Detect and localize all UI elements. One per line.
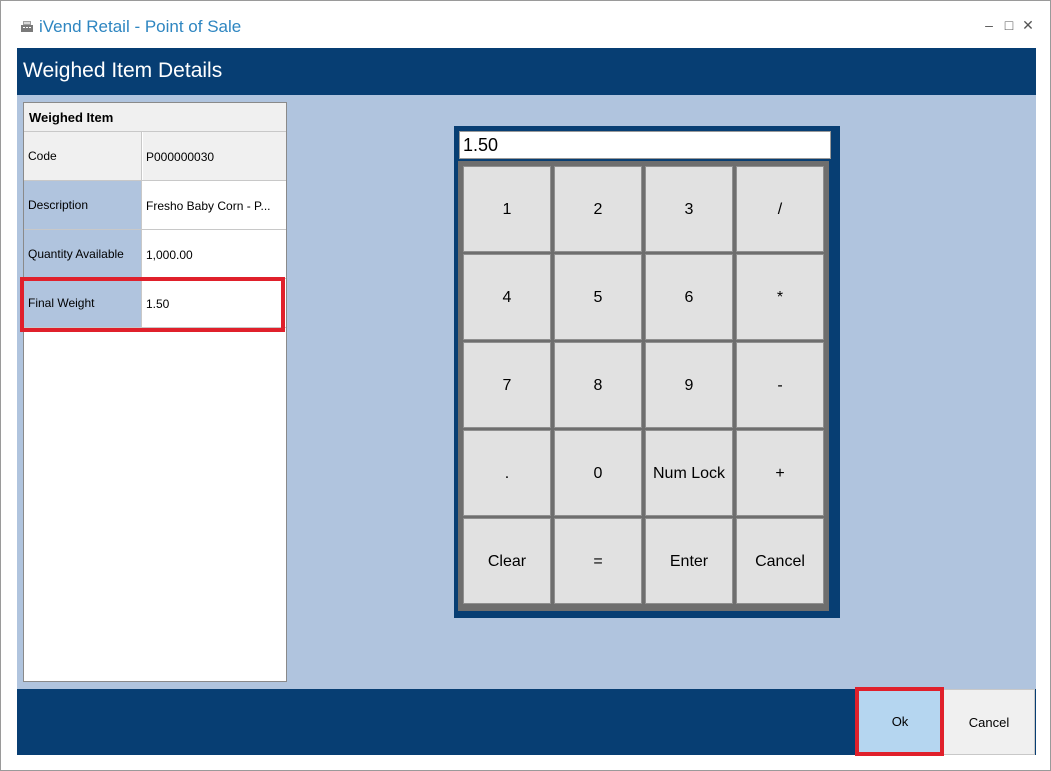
key-clear[interactable]: Clear <box>463 518 551 604</box>
grid-value: 1,000.00 <box>143 230 286 278</box>
key-multiply[interactable]: * <box>736 254 824 340</box>
key-9[interactable]: 9 <box>645 342 733 428</box>
key-equals[interactable]: = <box>554 518 642 604</box>
numeric-keypad: 1.50 1 2 3 / 4 5 6 * 7 8 9 - . 0 Num Loc… <box>454 126 840 618</box>
key-minus[interactable]: - <box>736 342 824 428</box>
grid-label: Description <box>24 181 142 229</box>
maximize-icon[interactable]: □ <box>1001 15 1017 35</box>
grid-header: Weighed Item <box>24 103 286 132</box>
title-bar: iVend Retail - Point of Sale – □ ✕ <box>1 1 1050 49</box>
keypad-keys: 1 2 3 / 4 5 6 * 7 8 9 - . 0 Num Lock + C… <box>458 161 829 611</box>
dialog-footer: Ok Cancel <box>17 687 1036 756</box>
app-window: iVend Retail - Point of Sale – □ ✕ Weigh… <box>0 0 1051 771</box>
key-cancel[interactable]: Cancel <box>736 518 824 604</box>
keypad-display[interactable]: 1.50 <box>459 131 831 159</box>
key-8[interactable]: 8 <box>554 342 642 428</box>
dialog-header: Weighed Item Details <box>17 48 1036 95</box>
grid-value: P000000030 <box>143 132 286 180</box>
register-icon <box>21 21 33 32</box>
key-2[interactable]: 2 <box>554 166 642 252</box>
key-5[interactable]: 5 <box>554 254 642 340</box>
key-7[interactable]: 7 <box>463 342 551 428</box>
cancel-button[interactable]: Cancel <box>943 689 1035 755</box>
final-weight-highlight <box>20 277 285 332</box>
grid-value: Fresho Baby Corn - P... <box>143 181 286 229</box>
key-3[interactable]: 3 <box>645 166 733 252</box>
key-plus[interactable]: + <box>736 430 824 516</box>
page-title: Weighed Item Details <box>23 59 223 82</box>
ok-button-highlight <box>855 687 944 756</box>
grid-row-quantity[interactable]: Quantity Available 1,000.00 <box>24 230 286 279</box>
grid-label: Code <box>24 132 142 180</box>
key-divide[interactable]: / <box>736 166 824 252</box>
key-enter[interactable]: Enter <box>645 518 733 604</box>
key-decimal[interactable]: . <box>463 430 551 516</box>
grid-row-code[interactable]: Code P000000030 <box>24 132 286 181</box>
minimize-icon[interactable]: – <box>981 15 997 35</box>
window-title: iVend Retail - Point of Sale <box>39 17 242 36</box>
key-1[interactable]: 1 <box>463 166 551 252</box>
key-0[interactable]: 0 <box>554 430 642 516</box>
key-4[interactable]: 4 <box>463 254 551 340</box>
grid-row-description[interactable]: Description Fresho Baby Corn - P... <box>24 181 286 230</box>
close-icon[interactable]: ✕ <box>1020 15 1036 35</box>
content-area: Weighed Item Code P000000030 Description… <box>17 95 1036 689</box>
item-details-grid: Weighed Item Code P000000030 Description… <box>20 102 287 682</box>
key-num-lock[interactable]: Num Lock <box>645 430 733 516</box>
grid-label: Quantity Available <box>24 230 142 278</box>
key-6[interactable]: 6 <box>645 254 733 340</box>
